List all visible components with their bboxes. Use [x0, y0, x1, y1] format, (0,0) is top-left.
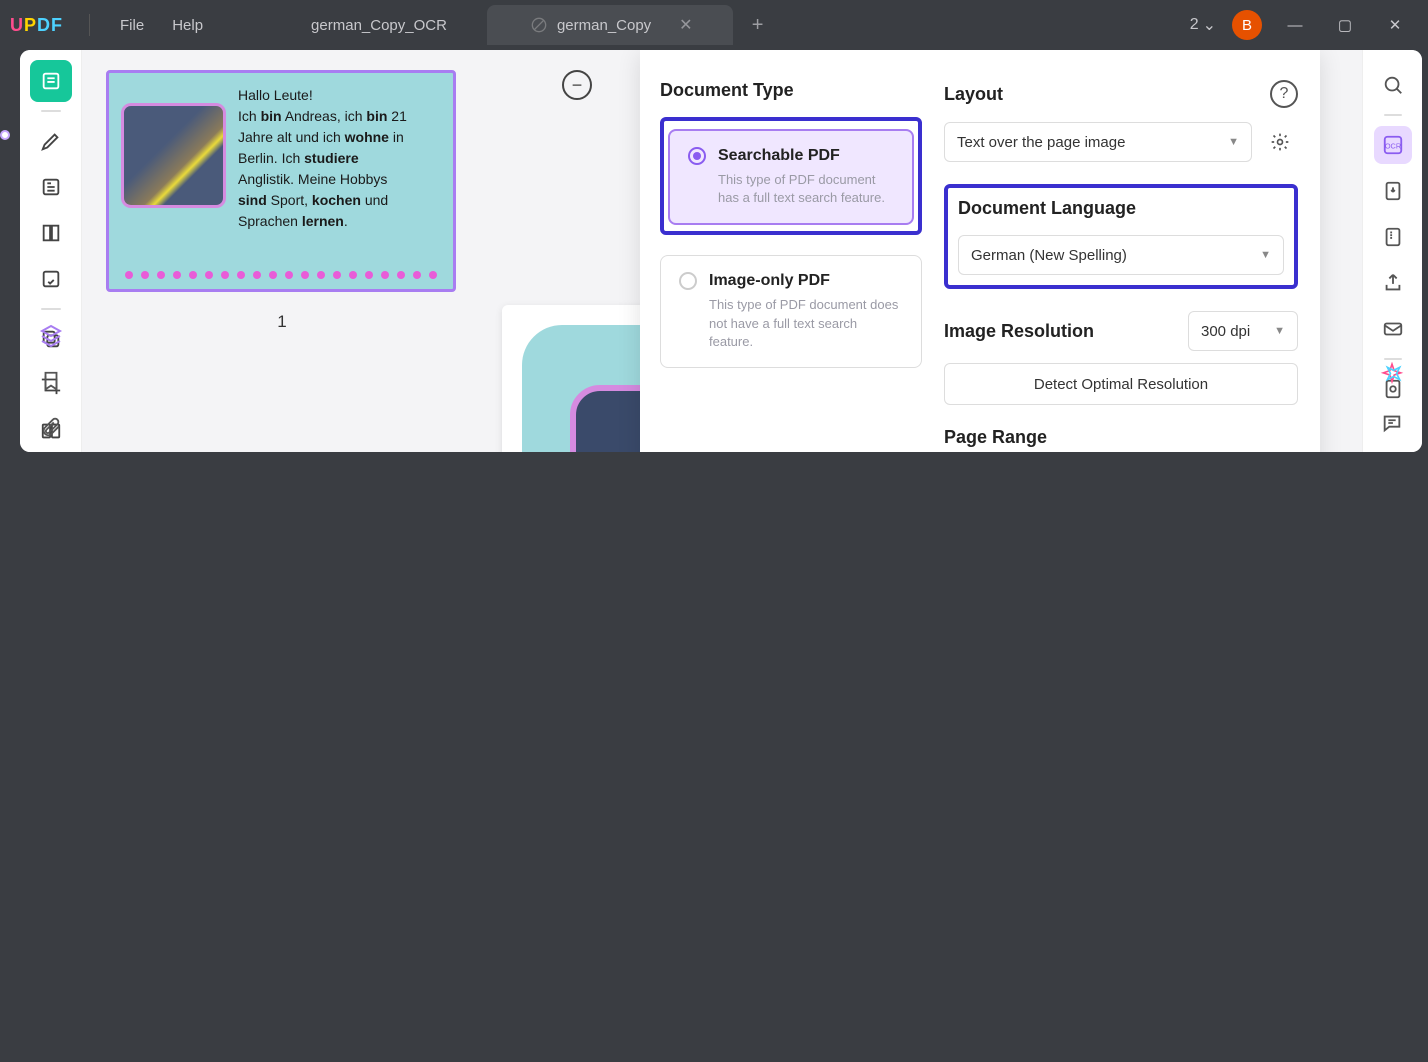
- tab-close-icon[interactable]: ✕: [679, 15, 692, 35]
- detect-resolution-button[interactable]: Detect Optimal Resolution: [944, 363, 1298, 405]
- layout-select[interactable]: Text over the page image ▼: [944, 122, 1252, 162]
- annotate-tool[interactable]: [30, 120, 72, 162]
- resolution-title: Image Resolution: [944, 321, 1094, 342]
- tab-german-copy[interactable]: german_Copy ✕: [487, 5, 733, 45]
- doc-type-highlight: Searchable PDF This type of PDF document…: [660, 117, 922, 235]
- chevron-down-icon: ▼: [1228, 136, 1239, 148]
- language-select[interactable]: German (New Spelling) ▼: [958, 235, 1284, 275]
- option-title: Searchable PDF: [718, 147, 840, 165]
- maximize-button[interactable]: ▢: [1328, 8, 1362, 42]
- page-thumbnail[interactable]: Hallo Leute! Ich bin Andreas, ich bin 21…: [106, 70, 456, 292]
- option-desc: This type of PDF document does not have …: [709, 296, 903, 351]
- ai-button[interactable]: [1377, 360, 1407, 390]
- option-title: Image-only PDF: [709, 272, 830, 290]
- thumbnail-panel: Hallo Leute! Ich bin Andreas, ich bin 21…: [82, 50, 482, 452]
- help-icon[interactable]: ?: [1270, 80, 1298, 108]
- export-button[interactable]: [1374, 172, 1412, 210]
- page-range-title: Page Range: [944, 427, 1298, 448]
- thumb-image: [121, 103, 226, 208]
- ocr-panel-left: Document Type Searchable PDF This type o…: [640, 50, 932, 452]
- radio-icon: [679, 272, 697, 290]
- resolution-select[interactable]: 300 dpi ▼: [1188, 311, 1298, 351]
- right-toolbar-bottom: [1368, 360, 1416, 438]
- compress-button[interactable]: [1374, 218, 1412, 256]
- radio-icon: [688, 147, 706, 165]
- close-button[interactable]: ✕: [1378, 8, 1412, 42]
- workspace: Hallo Leute! Ich bin Andreas, ich bin 21…: [20, 50, 1422, 452]
- menu-file[interactable]: File: [106, 17, 158, 34]
- chevron-down-icon: ⌄: [1203, 15, 1216, 35]
- doc-type-title: Document Type: [660, 80, 922, 101]
- app-logo: UPDF: [10, 15, 63, 36]
- edit-tool[interactable]: [30, 166, 72, 208]
- minimize-button[interactable]: —: [1278, 8, 1312, 42]
- ocr-panel-right: Layout ? Text over the page image ▼ Docu…: [932, 50, 1320, 452]
- page-number: 1: [106, 312, 458, 332]
- searchable-pdf-option[interactable]: Searchable PDF This type of PDF document…: [668, 129, 914, 225]
- chevron-down-icon: ▼: [1260, 249, 1271, 261]
- chevron-down-icon: ▼: [1274, 325, 1285, 337]
- search-button[interactable]: [1374, 66, 1412, 104]
- layout-settings-button[interactable]: [1262, 124, 1298, 160]
- svg-text:OCR: OCR: [1384, 142, 1400, 151]
- zoom-out-button[interactable]: −: [562, 70, 592, 100]
- ocr-panel: Document Type Searchable PDF This type o…: [640, 50, 1320, 452]
- page-tool[interactable]: [30, 212, 72, 254]
- titlebar: UPDF File Help german_Copy_OCR german_Co…: [0, 0, 1428, 50]
- language-highlight: Document Language German (New Spelling) …: [944, 184, 1298, 289]
- language-title: Document Language: [958, 198, 1284, 219]
- separator: [1384, 114, 1402, 116]
- reader-tool[interactable]: [30, 60, 72, 102]
- layers-button[interactable]: [36, 320, 66, 350]
- divider: [89, 14, 90, 36]
- side-indicator: [0, 130, 10, 140]
- share-button[interactable]: [1374, 264, 1412, 302]
- thumb-text: Hallo Leute! Ich bin Andreas, ich bin 21…: [238, 85, 407, 277]
- open-count[interactable]: 2 ⌄: [1190, 15, 1216, 35]
- image-only-pdf-option[interactable]: Image-only PDF This type of PDF document…: [660, 255, 922, 368]
- thumb-dots: [109, 271, 453, 279]
- tab-label: german_Copy: [557, 17, 651, 34]
- menu-help[interactable]: Help: [158, 17, 217, 34]
- email-button[interactable]: [1374, 310, 1412, 348]
- tab-label: german_Copy_OCR: [311, 17, 447, 34]
- layout-title: Layout: [944, 84, 1003, 105]
- bookmark-button[interactable]: [36, 366, 66, 396]
- attachment-button[interactable]: [36, 412, 66, 442]
- window-controls: 2 ⌄ B — ▢ ✕: [1190, 8, 1418, 42]
- add-tab-button[interactable]: +: [743, 10, 773, 40]
- tabs: german_Copy_OCR german_Copy ✕ +: [267, 5, 1190, 45]
- option-desc: This type of PDF document has a full tex…: [718, 171, 894, 207]
- no-edit-icon: [531, 17, 547, 33]
- separator: [41, 110, 61, 112]
- separator: [41, 308, 61, 310]
- left-toolbar-bottom: [20, 320, 82, 442]
- comment-button[interactable]: [1377, 408, 1407, 438]
- ocr-button[interactable]: OCR: [1374, 126, 1412, 164]
- user-avatar[interactable]: B: [1232, 10, 1262, 40]
- tab-german-copy-ocr[interactable]: german_Copy_OCR: [267, 5, 487, 45]
- form-tool[interactable]: [30, 258, 72, 300]
